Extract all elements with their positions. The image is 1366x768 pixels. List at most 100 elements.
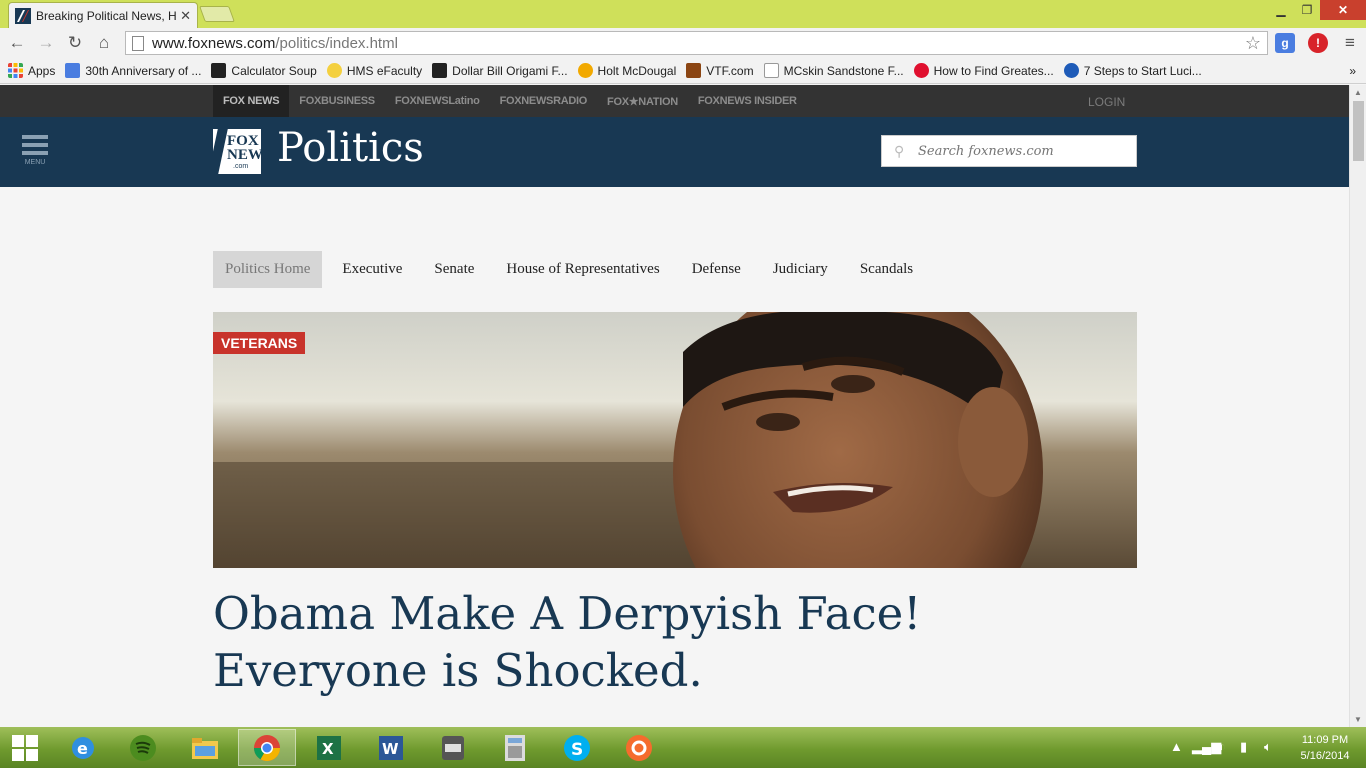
internet-explorer-icon[interactable]: e: [54, 729, 112, 766]
start-button[interactable]: [0, 729, 50, 766]
network-nav: FOX NEWS FOXBUSINESS FOXNEWSLatino FOXNE…: [0, 85, 1349, 117]
search-icon[interactable]: ⚲: [894, 143, 914, 160]
bookmark-item[interactable]: VTF.com: [686, 63, 754, 78]
subnav-house[interactable]: House of Representatives: [494, 251, 671, 288]
bookmark-item[interactable]: HMS eFaculty: [326, 63, 423, 78]
subnav-scandals[interactable]: Scandals: [848, 251, 925, 288]
clock-date: 5/16/2014: [1300, 750, 1350, 762]
battery-icon[interactable]: ▮: [1240, 739, 1247, 755]
browser-tab[interactable]: Breaking Political News, H ✕: [8, 2, 198, 28]
network-link-latino[interactable]: FOXNEWSLatino: [385, 85, 490, 117]
bookmarks-overflow-icon[interactable]: »: [1349, 64, 1356, 78]
chrome-glyph: [253, 734, 281, 761]
subnav-executive[interactable]: Executive: [330, 251, 414, 288]
sync-icon[interactable]: ◐: [1218, 739, 1226, 754]
minimize-button[interactable]: ▁: [1268, 0, 1294, 20]
svg-text:W: W: [382, 740, 399, 758]
network-link-nation[interactable]: FOX★NATION: [597, 85, 688, 117]
excel-glyph: X: [317, 735, 341, 760]
fox-favicon-icon: [15, 7, 31, 24]
excel-icon[interactable]: X: [300, 729, 358, 766]
calculator-glyph: [505, 734, 525, 761]
site-header: MENU FOX NEWS .com Politics ⚲: [0, 117, 1349, 187]
chrome-taskbar-icon[interactable]: [238, 729, 296, 766]
bookmark-apps[interactable]: Apps: [8, 63, 55, 78]
bookmark-label: 7 Steps to Start Luci...: [1083, 63, 1202, 78]
chrome-menu-icon[interactable]: ≡: [1339, 32, 1361, 54]
login-link[interactable]: LOGIN: [1088, 95, 1125, 109]
subnav-defense[interactable]: Defense: [680, 251, 753, 288]
tray-overflow-icon[interactable]: ▲: [1170, 739, 1183, 754]
logo-slash: [208, 129, 228, 174]
google-extension-icon[interactable]: g: [1275, 33, 1295, 53]
tab-title: Breaking Political News, H: [36, 8, 177, 23]
reload-icon[interactable]: ↻: [64, 32, 86, 54]
folder-glyph: [192, 737, 218, 759]
scroll-down-icon[interactable]: ▼: [1354, 715, 1362, 724]
home-icon[interactable]: ⌂: [93, 32, 115, 54]
bookmark-label: MCskin Sandstone F...: [783, 63, 904, 78]
word-icon[interactable]: W: [362, 729, 420, 766]
tab-close-icon[interactable]: ✕: [180, 8, 191, 24]
subnav-politics-home[interactable]: Politics Home: [213, 251, 323, 288]
skype-icon[interactable]: S: [548, 729, 606, 766]
bookmark-item[interactable]: 30th Anniversary of ...: [65, 63, 201, 78]
fox-news-logo[interactable]: FOX NEWS .com: [208, 129, 271, 174]
signal-icon[interactable]: ▂▄▆: [1192, 739, 1221, 755]
category-badge[interactable]: VETERANS: [213, 332, 306, 354]
origin-icon[interactable]: [610, 729, 668, 766]
logo-subtext: .com: [233, 163, 249, 170]
hero-image[interactable]: VETERANS: [213, 312, 1137, 568]
back-icon[interactable]: ←: [6, 32, 28, 54]
word-glyph: W: [379, 735, 403, 760]
clock-time: 11:09 PM: [1301, 734, 1349, 746]
windows-logo-icon: [12, 734, 38, 761]
bookmark-item[interactable]: Holt McDougal: [577, 63, 676, 78]
logo-text: FOX NEWS: [227, 133, 272, 163]
scroll-up-icon[interactable]: ▲: [1354, 88, 1362, 97]
address-bar[interactable]: www.foxnews.com/politics/index.html ☆: [125, 31, 1268, 55]
search-input[interactable]: [918, 143, 1128, 159]
spotify-icon[interactable]: [114, 729, 172, 766]
calculator-icon[interactable]: [486, 729, 544, 766]
scrollbar-thumb[interactable]: [1353, 101, 1364, 161]
volume-icon[interactable]: 🔈︎: [1264, 739, 1272, 755]
doc-app-icon[interactable]: [424, 729, 482, 766]
network-link-radio[interactable]: FOXNEWSRADIO: [490, 85, 597, 117]
bookmark-item[interactable]: How to Find Greates...: [913, 63, 1054, 78]
browser-titlebar: Breaking Political News, H ✕ ▁ ❐ ✕: [0, 0, 1366, 28]
svg-text:X: X: [322, 740, 334, 758]
section-subnav: Politics Home Executive Senate House of …: [213, 251, 933, 288]
svg-text:S: S: [571, 740, 583, 760]
network-link-foxnews[interactable]: FOX NEWS: [213, 85, 290, 117]
taskbar-clock[interactable]: 11:09 PM 5/16/2014: [1290, 732, 1360, 764]
bookmark-label: HMS eFaculty: [346, 63, 423, 78]
bookmark-item[interactable]: Dollar Bill Origami F...: [432, 63, 568, 78]
new-tab-button[interactable]: [199, 6, 235, 22]
subnav-judiciary[interactable]: Judiciary: [761, 251, 840, 288]
section-title: Politics: [277, 125, 424, 171]
forward-icon[interactable]: →: [35, 32, 57, 54]
network-link-foxbusiness[interactable]: FOXBUSINESS: [289, 85, 385, 117]
article-headline[interactable]: Obama Make A Derpyish Face! Everyone is …: [213, 585, 1137, 699]
bookmark-label: Apps: [28, 63, 56, 78]
origami-icon: [432, 63, 448, 78]
restore-button[interactable]: ❐: [1294, 0, 1320, 20]
bookmark-item[interactable]: Calculator Soup: [211, 63, 317, 78]
subnav-senate[interactable]: Senate: [422, 251, 486, 288]
bookmarks-bar: Apps 30th Anniversary of ... Calculator …: [0, 58, 1366, 84]
bookmark-star-icon[interactable]: ☆: [1245, 33, 1261, 54]
close-window-button[interactable]: ✕: [1320, 0, 1366, 20]
page-scrollbar[interactable]: ▲ ▼: [1349, 85, 1366, 727]
hms-icon: [326, 63, 342, 78]
menu-button[interactable]: MENU: [22, 135, 48, 166]
url-path: /politics/index.html: [275, 34, 398, 52]
bookmark-item[interactable]: 7 Steps to Start Luci...: [1063, 63, 1202, 78]
hamburger-bar: [22, 143, 48, 147]
network-link-insider[interactable]: FOXNEWS INSIDER: [688, 85, 807, 117]
page-icon: [763, 63, 779, 78]
bookmark-item[interactable]: MCskin Sandstone F...: [763, 63, 904, 78]
hamburger-bar: [22, 151, 48, 155]
adblock-extension-icon[interactable]: !: [1308, 33, 1328, 53]
file-explorer-icon[interactable]: [176, 729, 234, 766]
